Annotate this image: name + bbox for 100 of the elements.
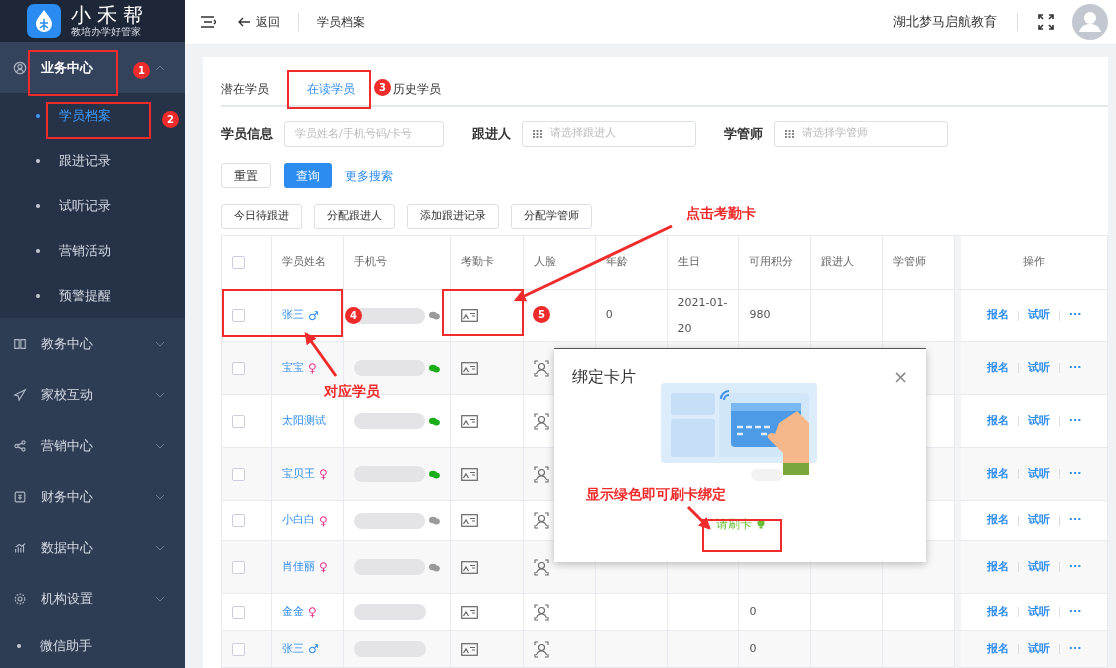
query-button[interactable]: 查询	[284, 163, 332, 188]
row-action-link[interactable]: 试听	[1027, 512, 1050, 529]
select-field[interactable]: 请选择学管师	[774, 120, 948, 147]
menu-group[interactable]: 财务中心	[0, 471, 185, 523]
student-name-link[interactable]: 小白白	[281, 512, 315, 529]
id-card-icon[interactable]	[460, 514, 478, 527]
filter-label: 学管师	[724, 124, 763, 143]
more-button[interactable]: ···	[1068, 359, 1082, 377]
face-scan-icon[interactable]	[533, 359, 549, 377]
student-name-link[interactable]: 张三	[281, 640, 304, 658]
bulb-icon	[756, 519, 765, 529]
face-scan-icon[interactable]	[533, 465, 549, 483]
menu-item[interactable]: 营销活动	[0, 228, 185, 274]
gender-symbol: ♀	[307, 604, 317, 621]
grid-icon	[533, 129, 542, 138]
menu-group[interactable]: 家校互动	[0, 369, 185, 421]
more-button[interactable]: ···	[1068, 412, 1082, 430]
id-card-icon[interactable]	[460, 414, 478, 428]
reset-button[interactable]: 重置	[221, 163, 271, 188]
chevron-down-icon	[155, 544, 165, 551]
menu-item[interactable]: 试听记录	[0, 183, 185, 229]
id-card-icon[interactable]	[460, 309, 478, 322]
menu-item[interactable]: 微信助手	[0, 624, 185, 668]
row-action-link[interactable]: 报名	[986, 307, 1009, 324]
row-action-link[interactable]: 试听	[1027, 558, 1050, 576]
tab[interactable]: 历史学员	[393, 80, 441, 98]
chevron-up-icon	[155, 64, 165, 71]
row-action-link[interactable]: 试听	[1027, 412, 1050, 430]
more-search-link[interactable]: 更多搜索	[345, 166, 393, 185]
checkbox[interactable]	[232, 414, 245, 428]
face-scan-icon[interactable]	[533, 512, 549, 529]
id-card-icon[interactable]	[460, 361, 478, 375]
row-action-link[interactable]: 报名	[986, 512, 1009, 529]
checkbox[interactable]	[232, 605, 245, 619]
checkbox[interactable]	[232, 361, 245, 375]
gender-symbol: ♀	[318, 466, 328, 483]
dialog-title: 绑定卡片	[572, 366, 636, 388]
student-name-link[interactable]: 金金	[281, 603, 304, 621]
tab[interactable]: 在读学员	[307, 80, 355, 98]
student-name-link[interactable]: 张三	[281, 307, 304, 324]
more-button[interactable]: ···	[1068, 465, 1082, 483]
gender-symbol: ♂	[307, 307, 319, 325]
student-name-link[interactable]: 太阳测试	[281, 412, 326, 430]
menu-group[interactable]: 教务中心	[0, 318, 185, 370]
student-name-link[interactable]: 宝宝	[281, 359, 304, 377]
gender-symbol: ♂	[307, 641, 319, 658]
checkbox[interactable]	[232, 256, 245, 269]
row-action-link[interactable]: 试听	[1027, 465, 1050, 483]
row-action-link[interactable]: 试听	[1027, 359, 1050, 377]
chevron-down-icon	[155, 493, 165, 500]
more-button[interactable]: ···	[1068, 307, 1082, 324]
face-scan-icon[interactable]	[533, 412, 549, 430]
menu-icon[interactable]	[201, 16, 216, 28]
checkbox[interactable]	[232, 642, 245, 656]
menu-group[interactable]: 数据中心	[0, 522, 185, 574]
row-action-link[interactable]: 试听	[1027, 603, 1050, 621]
tab[interactable]: 潜在学员	[221, 80, 269, 98]
id-card-icon[interactable]	[460, 605, 478, 619]
student-name-link[interactable]: 肖佳丽	[281, 558, 315, 576]
grid-icon	[785, 129, 794, 138]
share-icon	[13, 438, 27, 453]
row-action-link[interactable]: 试听	[1027, 307, 1050, 324]
fullscreen-icon[interactable]	[1038, 14, 1054, 30]
column-header: 考勤卡	[450, 236, 524, 290]
row-action-link[interactable]: 报名	[986, 603, 1009, 621]
select-field[interactable]: 请选择跟进人	[522, 120, 696, 147]
face-scan-icon[interactable]	[533, 640, 549, 658]
action-button[interactable]: 添加跟进记录	[407, 204, 499, 229]
back-button[interactable]: 返回	[238, 13, 280, 31]
id-card-icon[interactable]	[460, 467, 478, 481]
pointer-arrow	[686, 505, 711, 530]
face-scan-icon[interactable]	[533, 603, 549, 621]
student-name-link[interactable]: 宝贝王	[281, 465, 315, 483]
row-action-link[interactable]: 报名	[986, 412, 1009, 430]
row-action-link[interactable]: 报名	[986, 359, 1009, 377]
more-button[interactable]: ···	[1068, 558, 1082, 576]
id-card-icon[interactable]	[460, 642, 478, 656]
menu-group[interactable]: 机构设置	[0, 573, 185, 625]
menu-group[interactable]: 营销中心	[0, 420, 185, 472]
row-action-link[interactable]: 报名	[986, 640, 1009, 658]
checkbox[interactable]	[232, 560, 245, 574]
id-card-icon[interactable]	[460, 560, 478, 574]
send-icon	[13, 387, 27, 402]
menu-item[interactable]: 预警提醒	[0, 273, 185, 319]
row-action-link[interactable]: 试听	[1027, 640, 1050, 658]
close-button[interactable]: ×	[892, 368, 908, 386]
more-button[interactable]: ···	[1068, 640, 1082, 658]
more-button[interactable]: ···	[1068, 512, 1082, 529]
row-action-link[interactable]: 报名	[986, 558, 1009, 576]
checkbox[interactable]	[232, 514, 245, 527]
more-button[interactable]: ···	[1068, 603, 1082, 621]
face-scan-icon[interactable]	[533, 558, 549, 576]
action-button[interactable]: 分配学管师	[511, 204, 592, 229]
checkbox[interactable]	[232, 467, 245, 481]
ledger-icon	[13, 489, 27, 504]
menu-item[interactable]: 跟进记录	[0, 138, 185, 184]
row-action-link[interactable]: 报名	[986, 465, 1009, 483]
checkbox[interactable]	[232, 309, 245, 322]
action-button[interactable]: 分配跟进人	[314, 204, 395, 229]
action-button[interactable]: 今日待跟进	[221, 204, 302, 229]
